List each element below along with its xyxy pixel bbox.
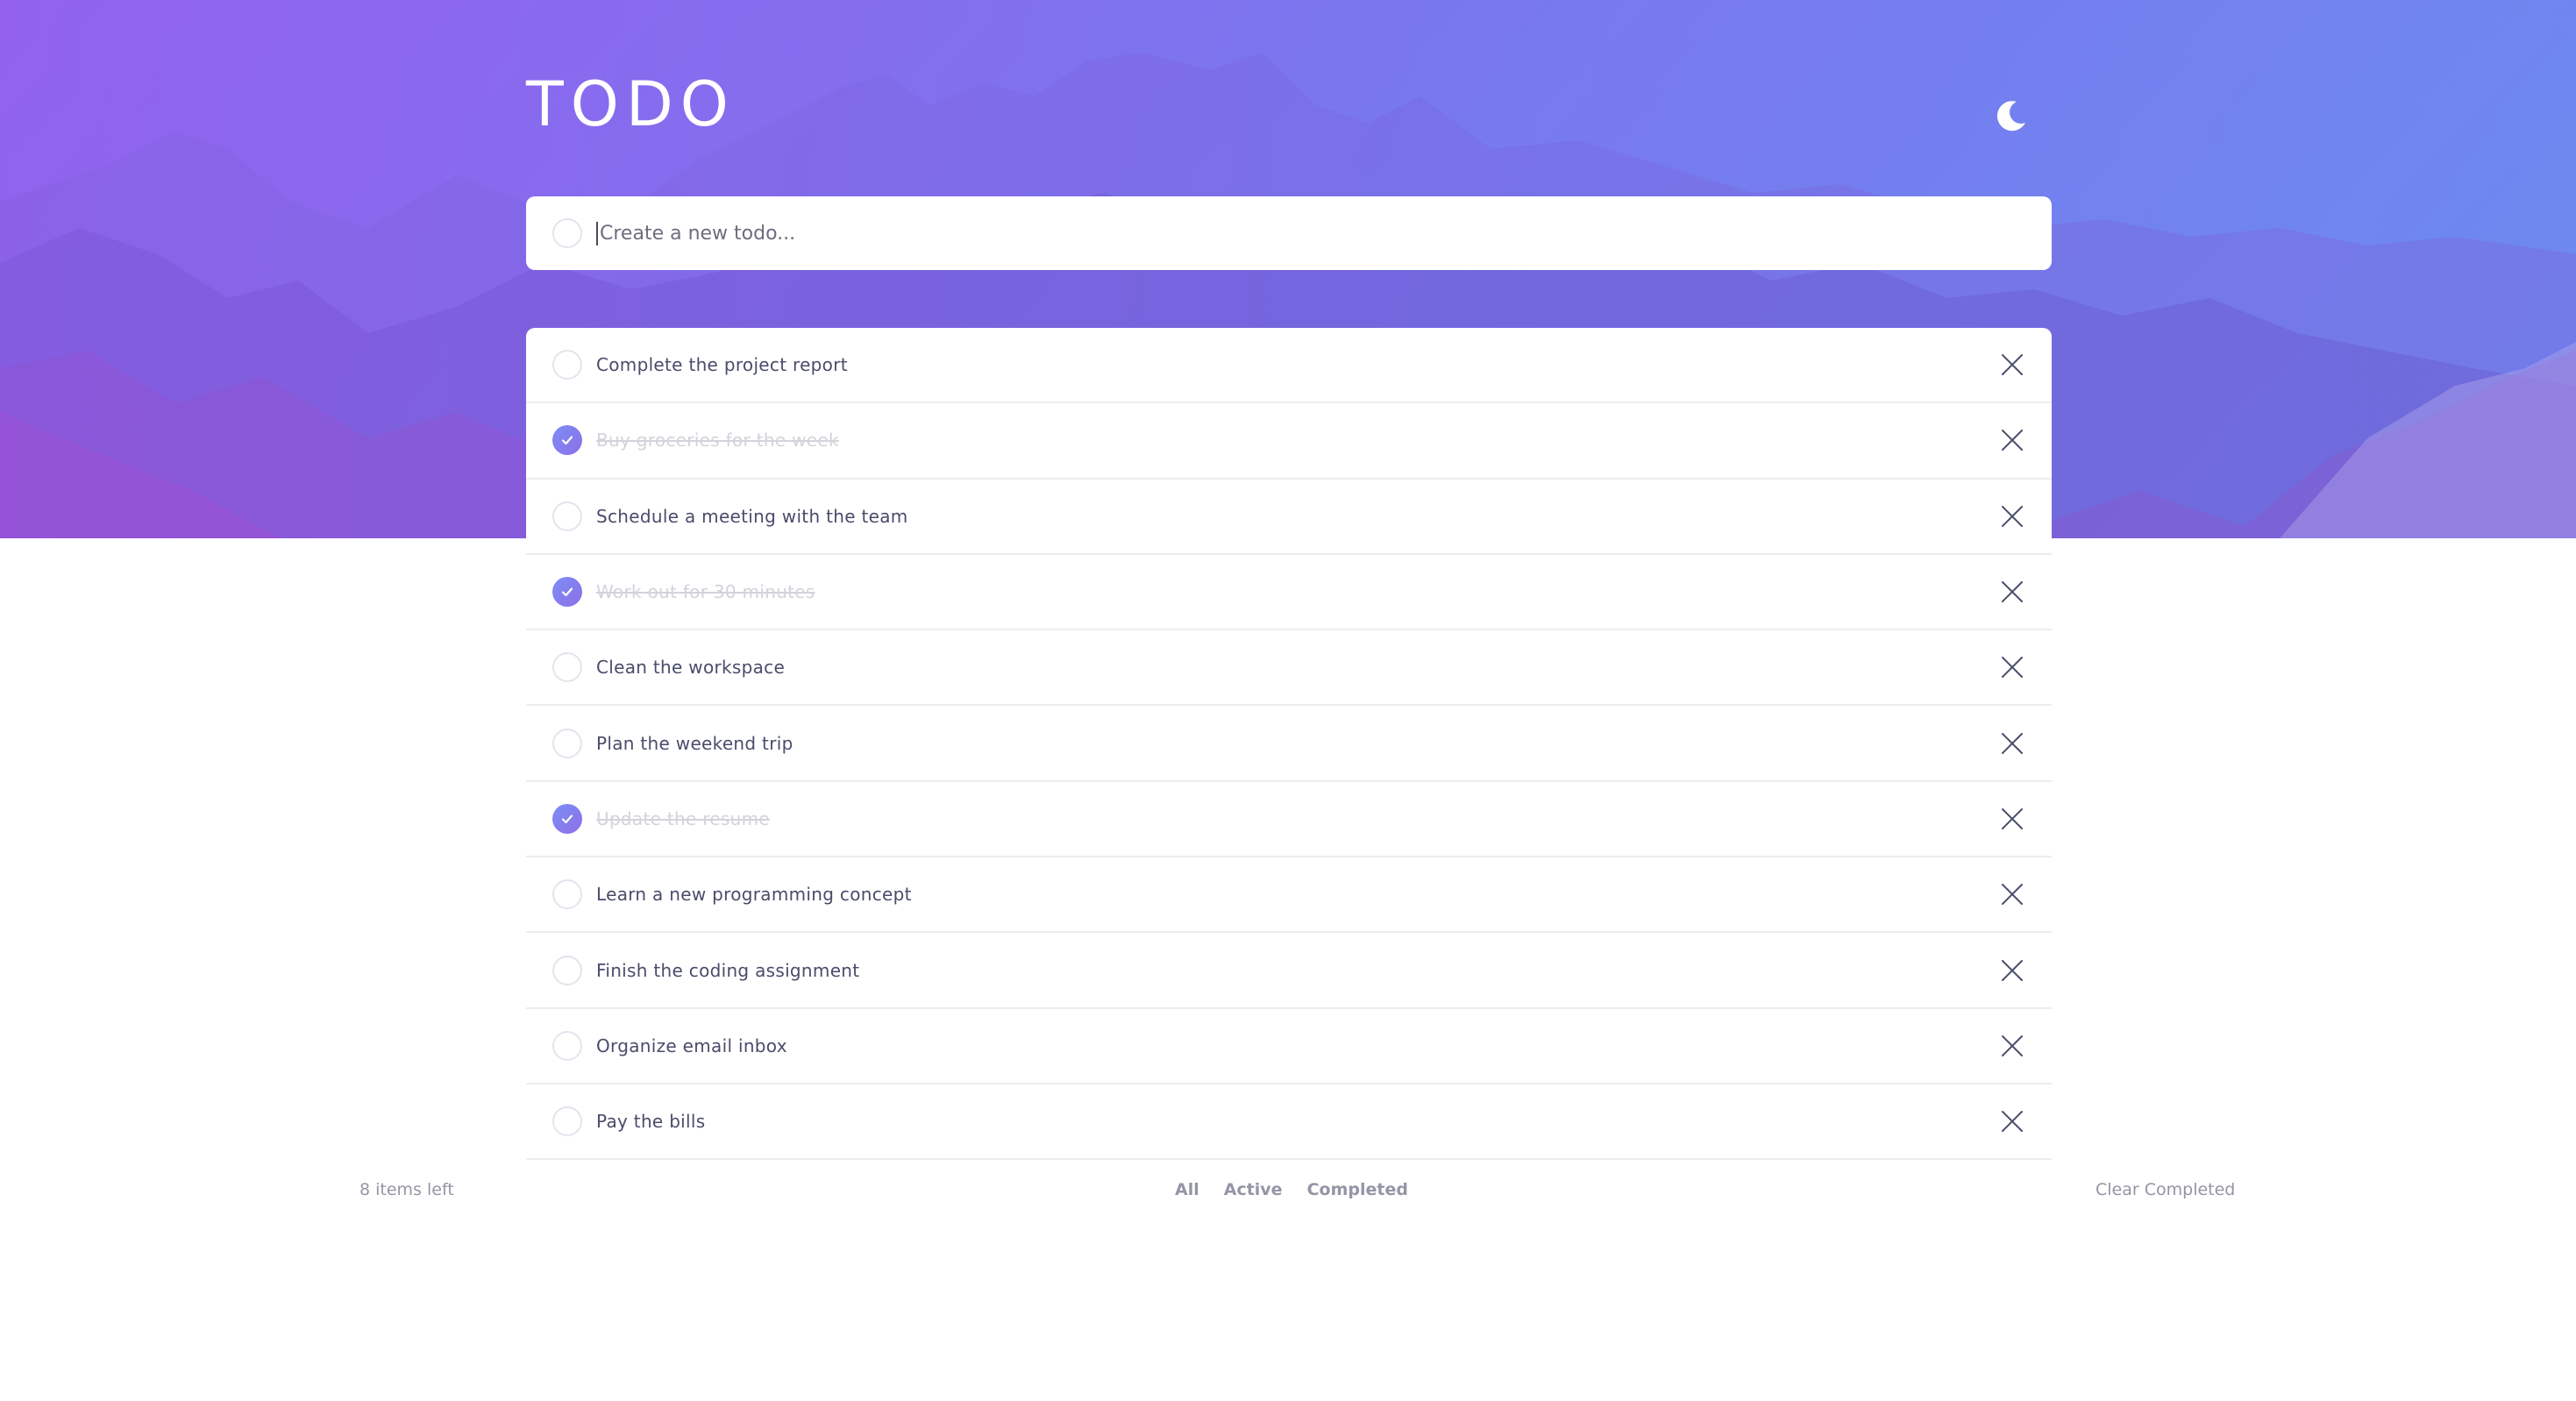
new-todo-bar (526, 196, 2052, 270)
todo-item: Finish the coding assignment (526, 933, 2052, 1009)
todo-list: Complete the project report Buy grocerie… (526, 328, 2052, 1161)
todo-item: Complete the project report (526, 328, 2052, 404)
todo-label: Pay the bills (596, 1111, 706, 1133)
todo-checkbox[interactable] (552, 501, 582, 531)
todo-checkbox[interactable] (552, 577, 582, 608)
moon-icon (1996, 101, 2025, 132)
todo-item: Pay the bills (526, 1085, 2052, 1161)
delete-todo-button[interactable] (1999, 427, 2025, 453)
filter-active[interactable]: Active (1224, 1180, 1283, 1199)
todo-label: Update the resume (596, 807, 771, 829)
todo-item: Organize email inbox (526, 1009, 2052, 1085)
close-icon (2002, 732, 2023, 754)
close-icon (2002, 884, 2023, 906)
close-icon (2002, 430, 2023, 452)
todo-checkbox[interactable] (552, 350, 582, 380)
delete-todo-button[interactable] (1999, 503, 2025, 530)
delete-todo-button[interactable] (1999, 1108, 2025, 1134)
new-todo-input[interactable] (596, 221, 1999, 245)
todo-label: Plan the weekend trip (596, 732, 793, 754)
todo-label: Schedule a meeting with the team (596, 505, 908, 527)
delete-todo-button[interactable] (1999, 806, 2025, 832)
check-icon (561, 587, 573, 597)
new-todo-circle[interactable] (552, 218, 582, 248)
filter-group: All Active Completed (1175, 1180, 1408, 1199)
todo-item: Clean the workspace (526, 630, 2052, 707)
close-icon (2002, 505, 2023, 527)
todo-item: Update the resume (526, 782, 2052, 858)
clear-completed-button[interactable]: Clear Completed (2096, 1180, 2235, 1199)
page-title: TODO (526, 68, 736, 140)
delete-todo-button[interactable] (1999, 654, 2025, 680)
todo-item: Work out for 30 minutes (526, 555, 2052, 631)
todo-label: Finish the coding assignment (596, 959, 860, 981)
delete-todo-button[interactable] (1999, 579, 2025, 605)
todo-label: Learn a new programming concept (596, 884, 912, 906)
close-icon (2002, 1111, 2023, 1133)
close-icon (2002, 959, 2023, 981)
close-icon (2002, 1035, 2023, 1056)
todo-label: Organize email inbox (596, 1035, 787, 1056)
theme-toggle-button[interactable] (1992, 96, 2031, 135)
check-icon (561, 436, 573, 445)
filter-all[interactable]: All (1175, 1180, 1199, 1199)
todo-checkbox[interactable] (552, 955, 582, 985)
delete-todo-button[interactable] (1999, 730, 2025, 757)
close-icon (2002, 581, 2023, 603)
todo-label: Work out for 30 minutes (596, 581, 815, 603)
todo-item: Buy groceries for the week (526, 403, 2052, 480)
close-icon (2002, 807, 2023, 829)
check-icon (561, 814, 573, 824)
close-icon (2002, 657, 2023, 679)
todo-item: Learn a new programming concept (526, 857, 2052, 934)
todo-checkbox[interactable] (552, 803, 582, 834)
todo-item: Plan the weekend trip (526, 706, 2052, 782)
todo-label: Buy groceries for the week (596, 430, 839, 452)
todo-label: Clean the workspace (596, 657, 786, 679)
close-icon (2002, 354, 2023, 376)
todo-checkbox[interactable] (552, 1030, 582, 1061)
delete-todo-button[interactable] (1999, 352, 2025, 378)
todo-checkbox[interactable] (552, 728, 582, 758)
delete-todo-button[interactable] (1999, 1033, 2025, 1059)
filter-completed[interactable]: Completed (1307, 1180, 1408, 1199)
items-left-count: 8 items left (359, 1180, 454, 1199)
delete-todo-button[interactable] (1999, 881, 2025, 907)
todo-label: Complete the project report (596, 354, 848, 376)
todo-checkbox[interactable] (552, 425, 582, 456)
delete-todo-button[interactable] (1999, 957, 2025, 984)
footer-bar: 8 items left All Active Completed Clear Co… (0, 1177, 2576, 1208)
todo-checkbox[interactable] (552, 652, 582, 683)
todo-checkbox[interactable] (552, 879, 582, 910)
todo-checkbox[interactable] (552, 1106, 582, 1137)
todo-item: Schedule a meeting with the team (526, 480, 2052, 555)
